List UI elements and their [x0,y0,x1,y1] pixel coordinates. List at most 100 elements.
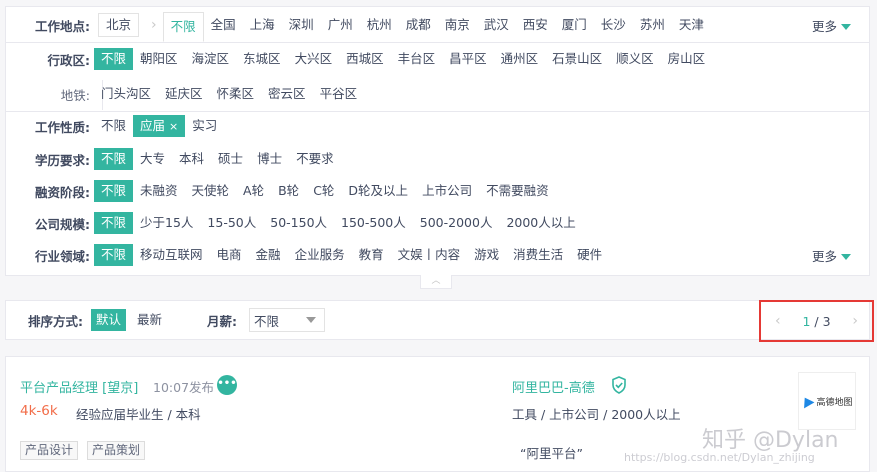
remove-filter-icon[interactable]: × [169,120,178,133]
size-option-label: 150-500人 [341,215,406,230]
district-option[interactable]: 怀柔区 [210,83,262,105]
district-option[interactable]: 延庆区 [158,83,210,105]
district-option[interactable]: 房山区 [661,48,713,70]
industry-option[interactable]: 消费生活 [506,244,570,266]
city-option[interactable]: 厦门 [555,14,594,36]
city-option[interactable]: 武汉 [477,14,516,36]
nature-option[interactable]: 不限 [94,115,133,137]
size-option[interactable]: 15-50人 [200,212,263,234]
city-option[interactable]: 上海 [243,14,282,36]
education-option-label: 不要求 [296,151,334,166]
industry-option[interactable]: 教育 [352,244,391,266]
district-option[interactable]: 通州区 [494,48,546,70]
industry-option[interactable]: 游戏 [467,244,506,266]
prev-page-button[interactable]: ‹ [775,313,781,329]
city-option[interactable]: 南京 [438,14,477,36]
education-option[interactable]: 不要求 [289,148,341,170]
district-option[interactable]: 大兴区 [288,48,340,70]
caret-down-icon [841,254,851,260]
industry-option[interactable]: 移动互联网 [133,244,210,266]
education-option-label: 博士 [257,151,283,166]
district-option[interactable]: 丰台区 [391,48,443,70]
city-option[interactable]: 成都 [399,14,438,36]
district-option-unlimited[interactable]: 不限 [94,48,134,70]
size-option[interactable]: 500-2000人 [413,212,500,234]
size-option-label: 少于15人 [140,215,194,230]
financing-option[interactable]: A轮 [236,180,271,202]
financing-option-label: 未融资 [140,183,178,198]
city-option[interactable]: 苏州 [633,14,672,36]
more-cities-button[interactable]: 更多 [812,16,851,35]
size-option[interactable]: 不限 [94,212,134,234]
collapse-filters-button[interactable]: ︿ [420,275,452,289]
district-option[interactable]: 顺义区 [609,48,661,70]
district-list: 不限 朝阳区 海淀区 东城区 大兴区 西城区 丰台区 昌平区 通州区 石景山区 顺义区 房山区 [94,48,712,70]
current-city-selector[interactable]: 北京 [98,13,140,37]
financing-option[interactable]: 天使轮 [185,180,237,202]
city-option[interactable]: 深圳 [282,14,321,36]
size-option[interactable]: 150-500人 [334,212,413,234]
watermark-url: https://blog.csdn.net/Dylan_zhijing [624,451,815,464]
education-option[interactable]: 本科 [172,148,211,170]
education-option[interactable]: 硕士 [211,148,250,170]
financing-option[interactable]: C轮 [306,180,341,202]
industry-label: 行业领域: [35,248,90,264]
industry-option-label: 硬件 [577,247,603,262]
company-name-link[interactable]: 阿里巴巴-高德 [512,377,595,396]
district-option[interactable]: 东城区 [236,48,288,70]
industry-option[interactable]: 不限 [94,244,134,266]
industry-option[interactable]: 金融 [249,244,288,266]
district-label: 行政区: [47,52,91,68]
financing-option[interactable]: B轮 [271,180,306,202]
nature-option[interactable]: 实习 [185,115,224,137]
city-option[interactable]: 杭州 [360,14,399,36]
district-option[interactable]: 门头沟区 [94,83,158,105]
size-option[interactable]: 2000人以上 [499,212,582,234]
financing-option[interactable]: 不限 [94,180,134,202]
financing-option[interactable]: 上市公司 [415,180,479,202]
sort-newest-option[interactable]: 最新 [132,309,167,331]
size-option-label: 15-50人 [207,215,257,230]
education-option[interactable]: 大专 [133,148,172,170]
sort-default-option[interactable]: 默认 [91,309,127,331]
city-option[interactable]: 西安 [516,14,555,36]
city-option[interactable]: 天津 [672,14,711,36]
district-option[interactable]: 平谷区 [313,83,365,105]
watermark-text: 知乎 @Dylan [702,428,839,453]
city-option[interactable]: 长沙 [594,14,633,36]
nature-option[interactable]: 应届 × [133,115,186,137]
financing-option[interactable]: 不需要融资 [479,180,556,202]
more-industries-button[interactable]: 更多 [812,246,851,265]
financing-option[interactable]: 未融资 [133,180,185,202]
city-option[interactable]: 全国 [204,14,243,36]
location-row: 工作地点: 北京 › 不限 全国 上海 深圳 广州 杭州 成都 南京 武汉 西安 厦门 长沙 苏州 天津… [6,10,869,42]
industry-option[interactable]: 电商 [210,244,249,266]
district-option[interactable]: 西城区 [339,48,391,70]
district-option[interactable]: 海淀区 [185,48,237,70]
financing-option-label: B轮 [278,183,300,198]
size-option[interactable]: 少于15人 [133,212,200,234]
nature-label: 工作性质: [35,119,90,135]
next-page-button[interactable]: › [852,313,858,329]
education-option[interactable]: 不限 [94,148,134,170]
district-option[interactable]: 昌平区 [442,48,494,70]
financing-option-label: 不需要融资 [486,183,549,198]
nature-option-label: 不限 [101,118,127,133]
city-option[interactable]: 广州 [321,14,360,36]
subway-label: 地铁: [60,87,90,103]
job-title-link[interactable]: 平台产品经理 [望京] [20,377,138,396]
chat-icon[interactable]: ••• [217,375,237,395]
city-unlimited-option[interactable]: 不限 [162,12,204,42]
financing-option[interactable]: D轮及以上 [341,180,415,202]
district-option[interactable]: 朝阳区 [133,48,185,70]
industry-option[interactable]: 硬件 [570,244,609,266]
size-option-label: 不限 [101,215,127,230]
industry-option[interactable]: 企业服务 [288,244,352,266]
district-option[interactable]: 石景山区 [545,48,609,70]
size-option[interactable]: 50-150人 [263,212,334,234]
salary-select[interactable]: 不限 [249,308,326,332]
education-option[interactable]: 博士 [250,148,289,170]
industry-option[interactable]: 文娱丨内容 [391,244,468,266]
district-option[interactable]: 密云区 [261,83,313,105]
verified-shield-icon [612,376,626,394]
